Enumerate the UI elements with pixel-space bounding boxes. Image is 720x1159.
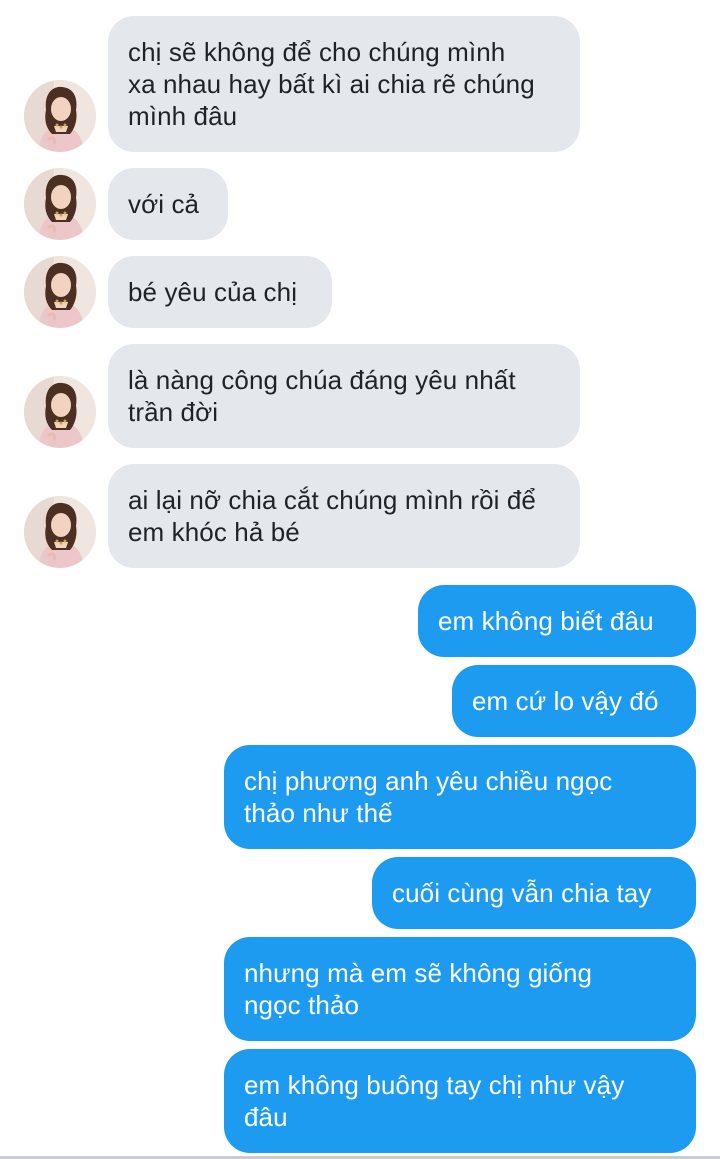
incoming-message-bubble[interactable]: với cả xyxy=(108,168,228,240)
contact-avatar[interactable] xyxy=(24,256,96,328)
avatar-photo-icon xyxy=(24,496,96,568)
outgoing-message-row: em không buông tay chị như vậy đâu xyxy=(0,1049,720,1153)
outgoing-message-bubble[interactable]: em không biết đâu xyxy=(418,585,696,657)
outgoing-message-row: cuối cùng vẫn chia tay xyxy=(0,857,720,929)
outgoing-message-row: em cứ lo vậy đó xyxy=(0,665,720,737)
outgoing-message-bubble[interactable]: cuối cùng vẫn chia tay xyxy=(372,857,696,929)
outgoing-message-bubble[interactable]: em cứ lo vậy đó xyxy=(452,665,696,737)
incoming-message-row: bé yêu của chị xyxy=(0,256,720,328)
avatar-photo-icon xyxy=(24,256,96,328)
outgoing-message-row: em không biết đâu xyxy=(0,585,720,657)
incoming-message-row: chị sẽ không để cho chúng mình xa nhau h… xyxy=(0,16,720,152)
contact-avatar[interactable] xyxy=(24,496,96,568)
avatar-photo-icon xyxy=(24,168,96,240)
incoming-message-row: là nàng công chúa đáng yêu nhất trần đời xyxy=(0,344,720,448)
contact-avatar[interactable] xyxy=(24,80,96,152)
outgoing-message-bubble[interactable]: em không buông tay chị như vậy đâu xyxy=(224,1049,696,1153)
avatar-photo-icon xyxy=(24,376,96,448)
incoming-message-bubble[interactable]: bé yêu của chị xyxy=(108,256,332,328)
incoming-message-bubble[interactable]: là nàng công chúa đáng yêu nhất trần đời xyxy=(108,344,580,448)
incoming-message-row: ai lại nỡ chia cắt chúng mình rồi để em … xyxy=(0,464,720,568)
contact-avatar[interactable] xyxy=(24,376,96,448)
incoming-message-row: với cả xyxy=(0,168,720,240)
contact-avatar[interactable] xyxy=(24,168,96,240)
avatar-photo-icon xyxy=(24,80,96,152)
outgoing-message-row: nhưng mà em sẽ không giống ngọc thảo xyxy=(0,937,720,1041)
outgoing-message-bubble[interactable]: nhưng mà em sẽ không giống ngọc thảo xyxy=(224,937,696,1041)
message-thread: chị sẽ không để cho chúng mình xa nhau h… xyxy=(0,0,720,1159)
incoming-message-bubble[interactable]: chị sẽ không để cho chúng mình xa nhau h… xyxy=(108,16,580,152)
outgoing-message-bubble[interactable]: chị phương anh yêu chiều ngọc thảo như t… xyxy=(224,745,696,849)
incoming-message-bubble[interactable]: ai lại nỡ chia cắt chúng mình rồi để em … xyxy=(108,464,580,568)
outgoing-message-row: chị phương anh yêu chiều ngọc thảo như t… xyxy=(0,745,720,849)
